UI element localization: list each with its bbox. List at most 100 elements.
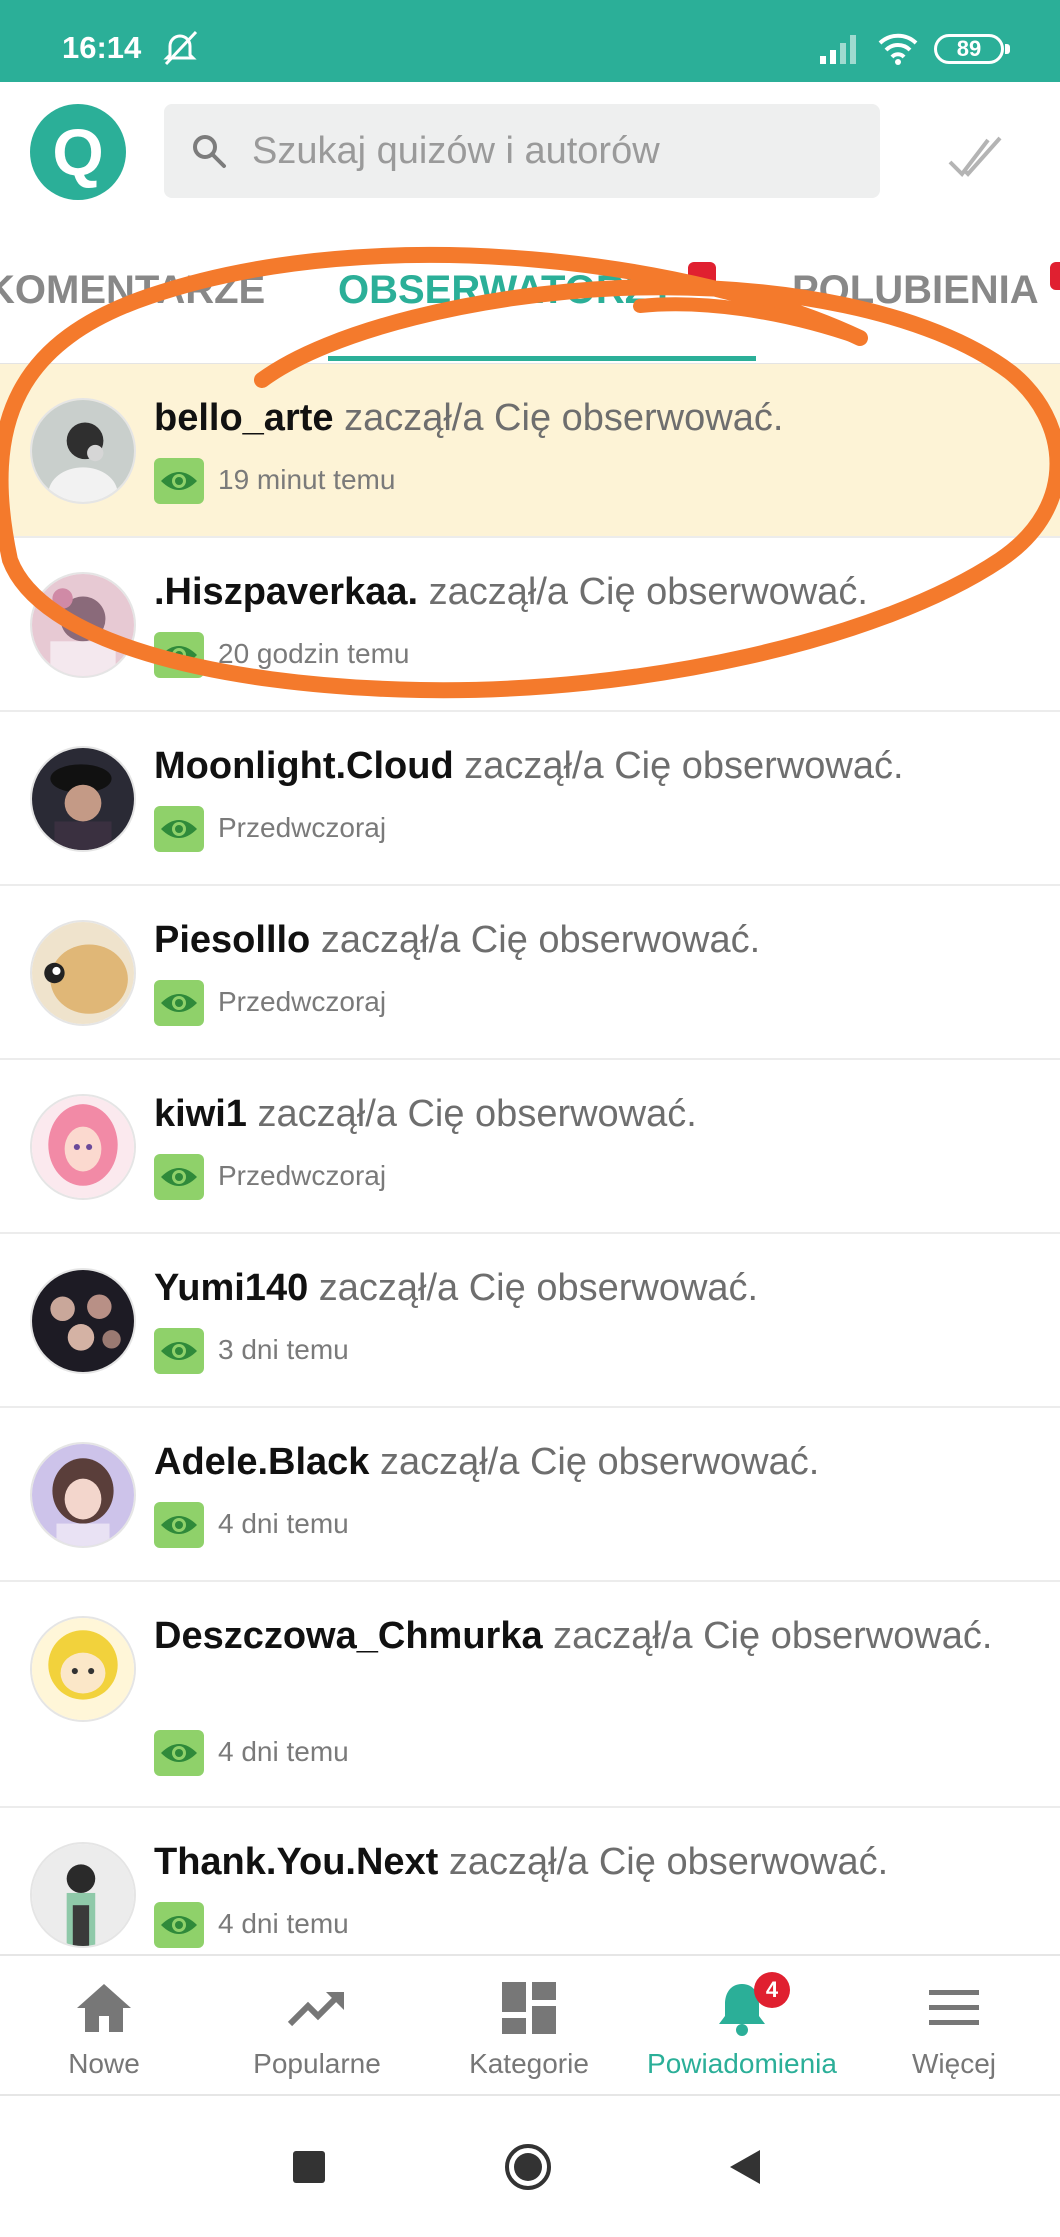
- notification-action: zaczął/a Cię obserwować.: [380, 1441, 820, 1483]
- avatar[interactable]: [30, 1094, 136, 1200]
- username[interactable]: Piesolllo: [154, 919, 310, 961]
- notification-action: zaczął/a Cię obserwować.: [320, 919, 761, 961]
- eye-icon: [154, 458, 204, 504]
- notification-time: 4 dni temu: [218, 1908, 349, 1939]
- notification-text: Thank.You.Next zaczął/a Cię obserwować.: [154, 1834, 1034, 1890]
- eye-icon: [154, 1730, 204, 1776]
- nav-label: Więcej: [911, 2048, 996, 2079]
- app-header: Q: [0, 82, 1060, 232]
- notification-time: 20 godzin temu: [218, 638, 410, 669]
- notification-time: Przedwczoraj: [218, 812, 387, 843]
- battery-indicator: 89: [934, 34, 1010, 64]
- notification-text: Deszczowa_Chmurka zaczął/a Cię obserwowa…: [154, 1608, 1034, 1664]
- notification-action: zaczął/a Cię obserwować.: [257, 1093, 697, 1135]
- eye-icon: [154, 1502, 204, 1548]
- eye-icon: [154, 1154, 204, 1200]
- search-icon: [193, 135, 226, 168]
- nav-item-notifications[interactable]: 4 Powiadomienia: [632, 1956, 852, 2096]
- avatar[interactable]: [30, 1442, 136, 1548]
- username[interactable]: Adele.Black: [154, 1441, 369, 1483]
- notification-time: 3 dni temu: [218, 1334, 349, 1365]
- back-icon[interactable]: [722, 2142, 772, 2192]
- menu-icon: [929, 1990, 979, 2025]
- notification-list: bello_arte zaczął/a Cię obserwować. 19 m…: [0, 364, 1060, 1982]
- avatar[interactable]: [30, 1842, 136, 1948]
- avatar[interactable]: [30, 398, 136, 504]
- list-item[interactable]: Yumi140 zaczął/a Cię obserwować. 3 dni t…: [0, 1234, 1060, 1408]
- eye-icon: [154, 980, 204, 1026]
- username[interactable]: Moonlight.Cloud: [154, 745, 454, 787]
- status-time: 16:14: [62, 30, 142, 65]
- alarm-off-icon: [163, 30, 198, 66]
- username[interactable]: kiwi1: [154, 1093, 247, 1135]
- bottom-navigation: Nowe Popularne Kategorie 4 Powiadomienia: [0, 1954, 1060, 2096]
- eye-icon: [154, 1902, 204, 1948]
- list-item[interactable]: Adele.Black zaczął/a Cię obserwować. 4 d…: [0, 1408, 1060, 1582]
- notification-time: 4 dni temu: [218, 1508, 349, 1539]
- eye-icon: [154, 806, 204, 852]
- notification-text: .Hiszpaverkaa. zaczął/a Cię obserwować.: [154, 564, 1034, 620]
- list-item[interactable]: Piesolllo zaczął/a Cię obserwować. Przed…: [0, 886, 1060, 1060]
- nav-label: Nowe: [68, 2048, 140, 2079]
- nav-item-categories[interactable]: Kategorie: [449, 1956, 609, 2096]
- home-icon: [77, 1984, 131, 2032]
- system-navigation-bar: [0, 2096, 1060, 2237]
- tab-likes[interactable]: POLUBIENIA: [792, 268, 1039, 313]
- username[interactable]: Thank.You.Next: [154, 1841, 438, 1883]
- tab-likes-badge: [1050, 262, 1060, 290]
- notification-text: Adele.Black zaczął/a Cię obserwować.: [154, 1434, 1034, 1490]
- list-item[interactable]: kiwi1 zaczął/a Cię obserwować. Przedwczo…: [0, 1060, 1060, 1234]
- list-item[interactable]: bello_arte zaczął/a Cię obserwować. 19 m…: [0, 364, 1060, 538]
- list-item[interactable]: .Hiszpaverkaa. zaczął/a Cię obserwować. …: [0, 538, 1060, 712]
- username[interactable]: .Hiszpaverkaa.: [154, 571, 418, 613]
- avatar[interactable]: [30, 920, 136, 1026]
- notification-text: bello_arte zaczął/a Cię obserwować.: [154, 390, 1034, 446]
- status-bar: 16:14 89: [0, 0, 1060, 82]
- logo-letter: Q: [52, 115, 104, 189]
- notification-tabs: KOMENTARZE OBSERWATORZY POLUBIENIA: [0, 232, 1060, 364]
- nav-label: Kategorie: [469, 2048, 589, 2079]
- mark-all-read-icon[interactable]: [946, 134, 1004, 184]
- search-box[interactable]: [164, 104, 880, 198]
- avatar[interactable]: [30, 1268, 136, 1374]
- home-button-icon[interactable]: [503, 2142, 553, 2192]
- notification-time: Przedwczoraj: [218, 986, 387, 1017]
- notification-time: 19 minut temu: [218, 464, 396, 495]
- notification-text: Piesolllo zaczął/a Cię obserwować.: [154, 912, 1034, 968]
- avatar[interactable]: [30, 1616, 136, 1722]
- categories-icon: [502, 1982, 556, 2034]
- avatar[interactable]: [30, 572, 136, 678]
- eye-icon: [154, 1328, 204, 1374]
- tab-followers-badge: [688, 262, 716, 290]
- username[interactable]: Yumi140: [154, 1267, 308, 1309]
- notification-action: zaczął/a Cię obserwować.: [464, 745, 904, 787]
- avatar[interactable]: [30, 746, 136, 852]
- app-logo[interactable]: Q: [30, 104, 126, 200]
- notification-text: Moonlight.Cloud zaczął/a Cię obserwować.: [154, 738, 1034, 794]
- wifi-icon: [878, 33, 918, 65]
- list-item[interactable]: Moonlight.Cloud zaczął/a Cię obserwować.…: [0, 712, 1060, 886]
- nav-label: Powiadomienia: [647, 2048, 837, 2079]
- notification-action: zaczął/a Cię obserwować.: [428, 571, 868, 613]
- notification-count-badge: 4: [754, 1972, 790, 2008]
- username[interactable]: bello_arte: [154, 397, 334, 439]
- nav-item-popular[interactable]: Popularne: [237, 1956, 397, 2096]
- notification-action: zaczął/a Cię obserwować.: [318, 1267, 759, 1309]
- eye-icon: [154, 632, 204, 678]
- tab-followers[interactable]: OBSERWATORZY: [338, 268, 676, 313]
- nav-item-new[interactable]: Nowe: [34, 1956, 174, 2096]
- notification-text: kiwi1 zaczął/a Cię obserwować.: [154, 1086, 1034, 1142]
- notification-text: Yumi140 zaczął/a Cię obserwować.: [154, 1260, 1034, 1316]
- list-item[interactable]: Deszczowa_Chmurka zaczął/a Cię obserwowa…: [0, 1582, 1060, 1808]
- nav-item-more[interactable]: Więcej: [884, 1956, 1024, 2096]
- notification-time: 4 dni temu: [218, 1736, 349, 1767]
- search-input[interactable]: [252, 104, 862, 198]
- username[interactable]: Deszczowa_Chmurka: [154, 1615, 543, 1657]
- nav-label: Popularne: [253, 2048, 381, 2079]
- recent-apps-icon[interactable]: [284, 2142, 334, 2192]
- active-tab-indicator: [328, 356, 756, 361]
- signal-icon: [820, 35, 856, 64]
- tab-comments[interactable]: KOMENTARZE: [0, 268, 265, 313]
- notification-action: zaczął/a Cię obserwować.: [553, 1615, 993, 1657]
- notification-time: Przedwczoraj: [218, 1160, 387, 1191]
